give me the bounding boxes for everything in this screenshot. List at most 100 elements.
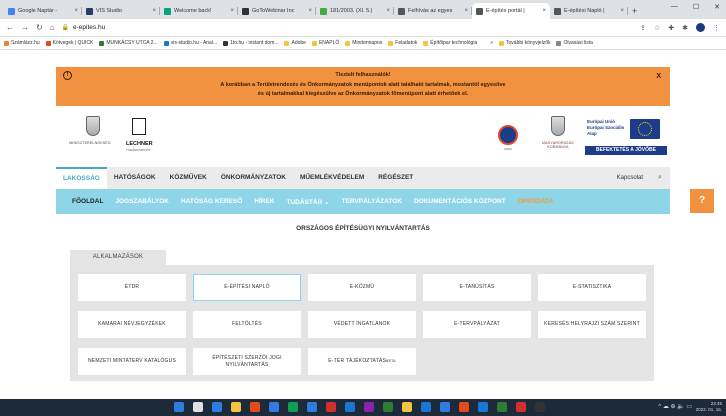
bookmark-item[interactable]: Számlázz.hu <box>4 40 40 46</box>
sub-nav-item[interactable]: TUDÁSTÁR ⌄ <box>287 198 330 206</box>
app-tile[interactable]: KAMARAI NÉVJEGYZÉKEK <box>78 311 186 338</box>
taskbar-app-icon[interactable] <box>478 402 488 412</box>
url-field[interactable]: 🔒 e-epites.hu <box>62 24 634 31</box>
back-icon[interactable]: ← <box>6 23 14 32</box>
app-tile[interactable]: E-STATISZTIKA <box>538 274 646 301</box>
app-tile[interactable]: KERESÉS HELYRAJZI SZÁM SZERINT <box>538 311 646 338</box>
taskbar-app-icon[interactable] <box>212 402 222 412</box>
profile-avatar[interactable] <box>696 23 705 32</box>
taskbar-app-icon[interactable] <box>535 402 545 412</box>
taskbar-app-icon[interactable] <box>421 402 431 412</box>
taskbar-app-icon[interactable] <box>440 402 450 412</box>
taskbar-app-icon[interactable] <box>326 402 336 412</box>
bookmark-item[interactable]: ENAPLÓ <box>311 40 339 46</box>
sub-nav-item[interactable]: FŐOLDAL <box>72 198 103 205</box>
bookmark-item[interactable]: » <box>483 40 493 46</box>
main-nav-item[interactable]: MŰEMLÉKVÉDELEM <box>293 167 371 189</box>
app-tile[interactable]: E-KÖZMŰ <box>308 274 416 301</box>
browser-tab[interactable]: E-építés portál | × <box>472 3 550 19</box>
main-nav-item[interactable]: HATÓSÁGOK <box>107 167 163 189</box>
invest-in-future-banner[interactable]: BEFEKTETÉS A JÖVŐBE <box>585 146 667 155</box>
reload-icon[interactable]: ↻ <box>36 23 43 32</box>
browser-tab[interactable]: GoToWebinar Inc × <box>238 3 316 19</box>
forward-icon[interactable]: → <box>21 23 29 32</box>
new-tab-button[interactable]: + <box>632 3 637 19</box>
browser-tab[interactable]: Google Naptár - × <box>4 3 82 19</box>
app-tile[interactable]: E-TERVPÁLYÁZAT <box>423 311 531 338</box>
tab-close-icon[interactable]: × <box>308 8 312 14</box>
sub-nav-item[interactable]: HÍREK <box>254 198 274 205</box>
sub-nav-item[interactable]: JOGSZABÁLYOK <box>115 198 169 205</box>
sub-nav-item[interactable]: TERVPÁLYÁZATOK <box>342 198 402 205</box>
taskbar-app-icon[interactable] <box>345 402 355 412</box>
tab-close-icon[interactable]: × <box>74 8 78 14</box>
taskbar-app-icon[interactable] <box>174 402 184 412</box>
browser-tab[interactable]: Welcome back! × <box>160 3 238 19</box>
taskbar-app-icon[interactable] <box>250 402 260 412</box>
taskbar-app-icon[interactable] <box>383 402 393 412</box>
bookmark-item[interactable]: Feladatok <box>388 40 417 46</box>
taskbar-app-icon[interactable] <box>288 402 298 412</box>
main-nav-item[interactable]: RÉGÉSZET <box>371 167 420 189</box>
system-tray[interactable]: ^ ☁ ⊕ 🔈 ▭ <box>658 403 692 410</box>
home-icon[interactable]: ⌂ <box>50 23 55 32</box>
app-tile[interactable]: NEMZETI MINTATERV KATALÓGUS <box>78 348 186 375</box>
tab-close-icon[interactable]: × <box>542 8 546 14</box>
tab-close-icon[interactable]: × <box>464 8 468 14</box>
taskbar-app-icon[interactable] <box>231 402 241 412</box>
bookmark-item[interactable]: Mindennapos <box>345 40 382 46</box>
sub-nav-item[interactable]: HATÓSÁG KERESŐ <box>181 198 242 205</box>
browser-tab[interactable]: 181/2003. (XI. 5.) × <box>316 3 394 19</box>
app-tile[interactable]: E-ÉPÍTÉSI NAPLÓ <box>193 274 301 301</box>
browser-tab[interactable]: Felhívás az egyes × <box>394 3 472 19</box>
taskbar-app-icon[interactable] <box>459 402 469 412</box>
taskbar-app-icon[interactable] <box>516 402 526 412</box>
bookmark-item[interactable]: Olvasási lista <box>556 40 593 46</box>
tab-applications[interactable]: ALKALMAZÁSOK <box>70 250 166 265</box>
bookmark-item[interactable]: Építőipar technológia <box>423 40 477 46</box>
bookmark-item[interactable]: További könyvjelzők <box>499 40 550 46</box>
sub-nav-item[interactable]: DOKUMENTÁCIÓS KÖZPONT <box>414 198 506 205</box>
maximize-button[interactable]: ☐ <box>693 3 699 11</box>
app-tile[interactable]: ÉPÍTÉSZETI SZERZŐI JOGI NYILVÁNTARTÁS <box>193 348 301 375</box>
app-tile[interactable]: ÉTDR <box>78 274 186 301</box>
main-nav-item[interactable]: ÖNKORMÁNYZATOK <box>214 167 293 189</box>
bookmark-item[interactable]: vis-studio.hu - Anal... <box>163 40 217 46</box>
minimize-button[interactable]: — <box>671 3 678 11</box>
main-nav-item[interactable]: KÖZMŰVEK <box>163 167 214 189</box>
browser-tab[interactable]: VIS Studio × <box>82 3 160 19</box>
app-tile[interactable]: E-TANÚSÍTÁS <box>423 274 531 301</box>
tab-close-icon[interactable]: × <box>152 8 156 14</box>
clock[interactable]: 23:45 2022. 01. 16. <box>696 401 722 413</box>
share-icon[interactable]: ⇪ <box>640 24 646 32</box>
bookmark-item[interactable]: MUNKÁCSY UTCA 2... <box>99 40 158 46</box>
taskbar-app-icon[interactable] <box>269 402 279 412</box>
taskbar-app-icon[interactable] <box>193 402 203 412</box>
close-window-button[interactable]: ✕ <box>714 3 720 11</box>
bookmark-item[interactable]: Kötvegek | QUICK <box>45 40 93 46</box>
app-tile[interactable]: E-TÉR TÁJÉKOZTATÁS BETA <box>308 348 416 375</box>
menu-icon[interactable]: ⋮ <box>713 24 720 32</box>
puzzle-icon[interactable]: ✱ <box>682 24 688 32</box>
tab-close-icon[interactable]: × <box>386 8 390 14</box>
magnifier-icon[interactable]: ⌕ <box>650 167 670 189</box>
browser-tab[interactable]: E-építési Napló | × <box>550 3 628 19</box>
tab-close-icon[interactable]: × <box>620 8 624 14</box>
lechner-logo-icon[interactable] <box>132 118 146 135</box>
bookmark-item[interactable]: 1to.hu - instant dom... <box>223 40 278 46</box>
star-icon[interactable]: ☆ <box>654 24 660 32</box>
tab-close-icon[interactable]: × <box>230 8 234 14</box>
app-tile[interactable]: FELTÖLTÉS <box>193 311 301 338</box>
app-tile[interactable]: VÉDETT INGATLANOK <box>308 311 416 338</box>
main-nav-item[interactable]: LAKOSSÁG <box>56 167 107 189</box>
contact-link[interactable]: Kapcsolat <box>610 167 650 189</box>
help-button[interactable]: ? <box>690 189 714 213</box>
taskbar-app-icon[interactable] <box>307 402 317 412</box>
sub-nav-item[interactable]: OPENDATA <box>518 198 554 205</box>
extension-icon[interactable]: ✚ <box>668 24 674 32</box>
taskbar-app-icon[interactable] <box>402 402 412 412</box>
taskbar-app-icon[interactable] <box>497 402 507 412</box>
banner-close-button[interactable]: X <box>656 72 661 82</box>
taskbar-app-icon[interactable] <box>364 402 374 412</box>
bookmark-item[interactable]: Adobe <box>284 40 306 46</box>
